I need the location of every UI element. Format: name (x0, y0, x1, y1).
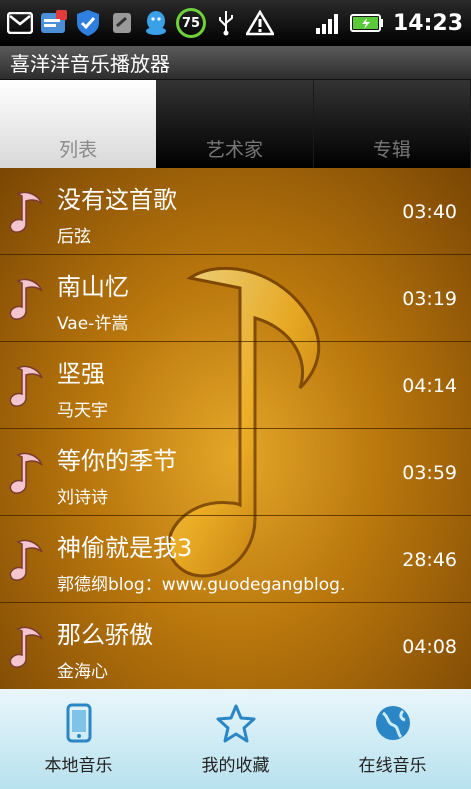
warning-icon (246, 9, 274, 37)
clock: 14:23 (392, 10, 463, 36)
qq-icon (142, 9, 170, 37)
list-item[interactable]: 那么骄傲 金海心 04:08 (0, 603, 471, 689)
nav-label: 本地音乐 (44, 755, 113, 776)
tab-artists[interactable]: 艺术家 (156, 80, 314, 168)
song-duration: 03:59 (402, 462, 457, 484)
nav-online-music-button[interactable]: 在线音乐 (314, 689, 471, 789)
song-artist: 刘诗诗 (57, 488, 108, 508)
music-note-icon (9, 365, 43, 407)
music-note-icon (9, 191, 43, 233)
song-artist: 马天宇 (57, 401, 108, 421)
app-title: 喜洋洋音乐播放器 (10, 52, 170, 76)
list-item[interactable]: 神偷就是我3 郭德纲blog：www.guodegangblog. 28:46 (0, 516, 471, 603)
nav-favorites-button[interactable]: 我的收藏 (157, 689, 314, 789)
tab-label: 艺术家 (205, 139, 263, 161)
usb-icon (212, 9, 240, 37)
music-note-icon (9, 626, 43, 668)
nav-label: 我的收藏 (201, 755, 270, 776)
song-duration: 04:14 (402, 375, 457, 397)
song-duration: 03:19 (402, 288, 457, 310)
globe-icon (375, 705, 410, 740)
song-title: 神偷就是我3 (57, 534, 193, 562)
song-duration: 03:40 (402, 201, 457, 223)
tab-label: 列表 (59, 139, 98, 161)
song-list[interactable]: 没有这首歌 后弦 03:40 南山忆 Vae-许嵩 03:19 坚强 马天宇 0… (0, 168, 471, 689)
list-item[interactable]: 没有这首歌 后弦 03:40 (0, 168, 471, 255)
star-icon (216, 704, 255, 742)
tab-label: 专辑 (372, 139, 411, 161)
signal-icon (313, 9, 341, 37)
song-duration: 04:08 (402, 636, 457, 658)
shield-icon (74, 9, 102, 37)
song-artist: 金海心 (57, 662, 108, 682)
tab-albums[interactable]: 专辑 (314, 80, 471, 168)
song-artist: 郭德纲blog：www.guodegangblog. (57, 575, 346, 595)
battery-percent-badge: 75 (176, 8, 206, 38)
nav-local-music-button[interactable]: 本地音乐 (0, 689, 157, 789)
app-title-bar: 喜洋洋音乐播放器 (0, 46, 471, 80)
phone-device-icon (66, 703, 91, 742)
music-note-icon (9, 539, 43, 581)
song-title: 坚强 (57, 360, 105, 388)
list-item[interactable]: 南山忆 Vae-许嵩 03:19 (0, 255, 471, 342)
mail-icon (6, 9, 34, 37)
song-duration: 28:46 (402, 549, 457, 571)
bottom-nav: 本地音乐 我的收藏 在线音乐 (0, 689, 471, 789)
song-title: 没有这首歌 (57, 186, 177, 214)
nav-label: 在线音乐 (358, 755, 427, 776)
song-title: 等你的季节 (57, 447, 177, 475)
status-bar: 75 14:23 (0, 0, 471, 46)
list-item[interactable]: 坚强 马天宇 04:14 (0, 342, 471, 429)
notification-icon (40, 9, 68, 37)
tab-bar: 列表 艺术家 专辑 (0, 80, 471, 168)
song-artist: 后弦 (57, 227, 91, 247)
music-note-icon (9, 278, 43, 320)
tab-list[interactable]: 列表 (0, 80, 157, 168)
list-item[interactable]: 等你的季节 刘诗诗 03:59 (0, 429, 471, 516)
song-artist: Vae-许嵩 (57, 314, 129, 334)
music-note-icon (9, 452, 43, 494)
song-title: 南山忆 (57, 273, 129, 301)
phone-icon (108, 9, 136, 37)
song-title: 那么骄傲 (57, 621, 153, 649)
battery-icon (349, 9, 385, 37)
